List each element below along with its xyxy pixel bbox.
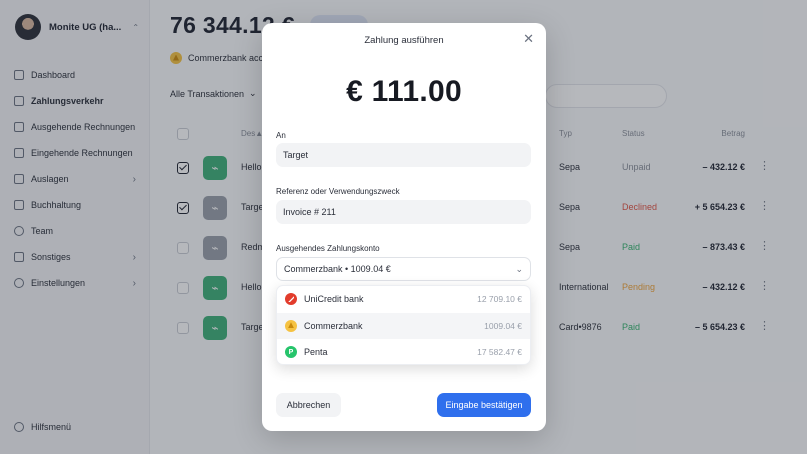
option-name: Penta: [304, 347, 328, 358]
penta-logo-icon: P: [285, 346, 297, 359]
close-icon[interactable]: ✕: [523, 32, 534, 46]
cancel-button[interactable]: Abbrechen: [276, 393, 341, 417]
account-select-value: Commerzbank • 1009.04 €: [284, 264, 391, 274]
reference-field[interactable]: Invoice # 211: [276, 200, 531, 224]
account-dropdown: UniCredit bank 12 709.10 € Commerzbank 1…: [276, 285, 531, 365]
account-option-commerzbank[interactable]: Commerzbank 1009.04 €: [277, 312, 530, 339]
option-balance: 1009.04 €: [484, 320, 522, 331]
option-balance: 17 582.47 €: [477, 347, 522, 358]
payment-modal: Zahlung ausführen ✕ € 111.00 An Target R…: [262, 23, 546, 431]
reference-label: Referenz oder Verwendungszweck: [276, 187, 400, 196]
account-select[interactable]: Commerzbank • 1009.04 € ⌄: [276, 257, 531, 281]
payment-amount: € 111.00: [346, 75, 462, 108]
modal-title: Zahlung ausführen: [364, 35, 444, 46]
recipient-field[interactable]: Target: [276, 143, 531, 167]
confirm-button[interactable]: Eingabe bestätigen: [437, 393, 531, 417]
commerzbank-logo-icon: [285, 319, 297, 332]
recipient-label: An: [276, 131, 286, 140]
chevron-down-icon: ⌄: [515, 263, 523, 274]
account-option-unicredit[interactable]: UniCredit bank 12 709.10 €: [277, 286, 530, 313]
option-balance: 12 709.10 €: [477, 294, 522, 305]
account-label: Ausgehendes Zahlungskonto: [276, 244, 380, 253]
option-name: Commerzbank: [304, 320, 363, 331]
option-name: UniCredit bank: [304, 294, 364, 305]
account-option-penta[interactable]: P Penta 17 582.47 €: [277, 339, 530, 364]
unicredit-logo-icon: [285, 293, 297, 306]
